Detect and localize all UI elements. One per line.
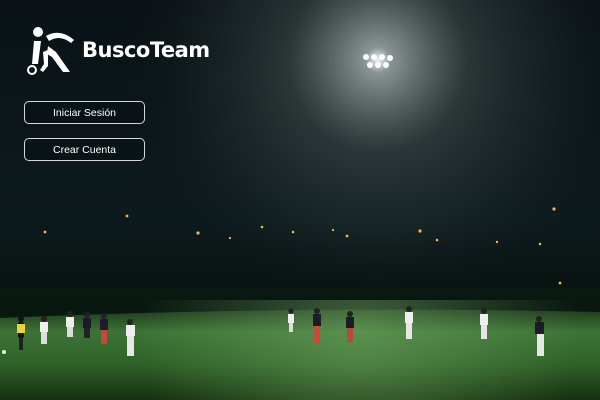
brand-name: BuscoTeam	[82, 38, 210, 62]
login-button[interactable]: Iniciar Sesión	[24, 101, 145, 124]
player-kicking-ball-icon	[27, 27, 74, 75]
soccer-ball	[2, 350, 6, 354]
app-logo: BuscoTeam	[26, 24, 210, 76]
create-account-button[interactable]: Crear Cuenta	[24, 138, 145, 161]
